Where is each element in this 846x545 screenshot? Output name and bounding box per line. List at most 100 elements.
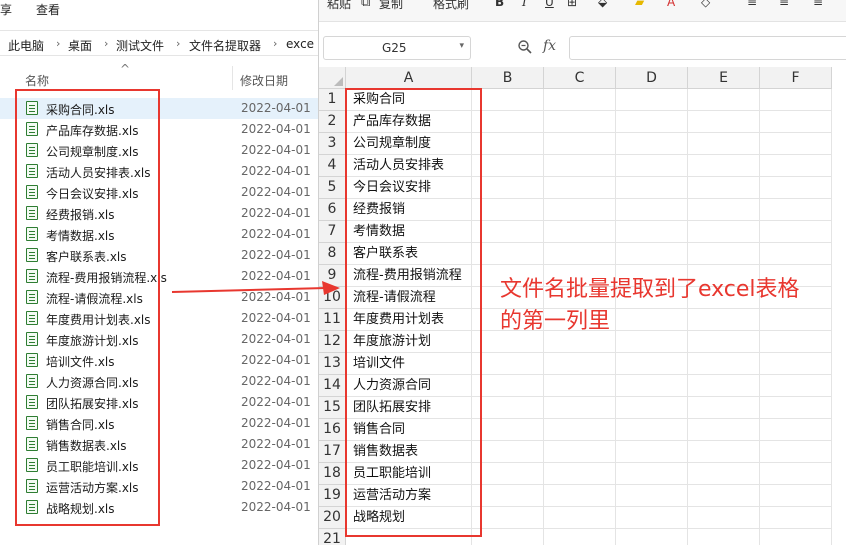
row-header[interactable]: 13 [319, 353, 346, 375]
breadcrumb-desktop[interactable]: 桌面 [68, 37, 92, 54]
chevron-down-icon[interactable]: ▾ [459, 41, 464, 51]
cell-a5[interactable]: 今日会议安排 [346, 177, 472, 199]
cell-b3[interactable] [472, 133, 544, 155]
row-header[interactable]: 17 [319, 441, 346, 463]
cell-a7[interactable]: 考情数据 [346, 221, 472, 243]
file-row[interactable]: 员工职能培训.xls 2022-04-01 [0, 455, 318, 476]
cell-d15[interactable] [616, 397, 688, 419]
cell-a19[interactable]: 运营活动方案 [346, 485, 472, 507]
cell-c14[interactable] [544, 375, 616, 397]
cell-e3[interactable] [688, 133, 760, 155]
cell-d7[interactable] [616, 221, 688, 243]
cell-f8[interactable] [760, 243, 832, 265]
column-header-date[interactable]: 修改日期 [240, 72, 288, 89]
cell-a14[interactable]: 人力资源合同 [346, 375, 472, 397]
cell-d4[interactable] [616, 155, 688, 177]
cell-b17[interactable] [472, 441, 544, 463]
cell-b20[interactable] [472, 507, 544, 529]
row-header[interactable]: 2 [319, 111, 346, 133]
cell-f5[interactable] [760, 177, 832, 199]
file-row[interactable]: 销售合同.xls 2022-04-01 [0, 413, 318, 434]
cell-b21[interactable] [472, 529, 544, 545]
select-all-corner[interactable] [319, 67, 346, 89]
file-row[interactable]: 销售数据表.xls 2022-04-01 [0, 434, 318, 455]
cell-c3[interactable] [544, 133, 616, 155]
cell-a21[interactable] [346, 529, 472, 545]
format-painter-button[interactable]: 格式刷 [433, 0, 469, 12]
cell-c21[interactable] [544, 529, 616, 545]
align-center-icon[interactable]: ≡ [779, 0, 789, 9]
align-left-icon[interactable]: ≡ [747, 0, 757, 9]
cell-c19[interactable] [544, 485, 616, 507]
cell-a13[interactable]: 培训文件 [346, 353, 472, 375]
cell-d5[interactable] [616, 177, 688, 199]
row-header[interactable]: 9 [319, 265, 346, 287]
highlight-icon[interactable]: ▰ [635, 0, 644, 9]
breadcrumb-this-pc[interactable]: 此电脑 [8, 37, 44, 54]
cell-c8[interactable] [544, 243, 616, 265]
file-row[interactable]: 考情数据.xls 2022-04-01 [0, 224, 318, 245]
cell-b16[interactable] [472, 419, 544, 441]
cell-c6[interactable] [544, 199, 616, 221]
cell-c7[interactable] [544, 221, 616, 243]
cell-e19[interactable] [688, 485, 760, 507]
cell-a11[interactable]: 年度费用计划表 [346, 309, 472, 331]
cell-a8[interactable]: 客户联系表 [346, 243, 472, 265]
cell-b2[interactable] [472, 111, 544, 133]
file-row[interactable]: 经费报销.xls 2022-04-01 [0, 203, 318, 224]
row-header[interactable]: 18 [319, 463, 346, 485]
cell-c18[interactable] [544, 463, 616, 485]
cell-b4[interactable] [472, 155, 544, 177]
cell-f18[interactable] [760, 463, 832, 485]
cell-c5[interactable] [544, 177, 616, 199]
cell-a16[interactable]: 销售合同 [346, 419, 472, 441]
cell-a10[interactable]: 流程-请假流程 [346, 287, 472, 309]
cell-a17[interactable]: 销售数据表 [346, 441, 472, 463]
cell-d6[interactable] [616, 199, 688, 221]
breadcrumb-test-files[interactable]: 测试文件 [116, 37, 164, 54]
cell-e7[interactable] [688, 221, 760, 243]
cell-e16[interactable] [688, 419, 760, 441]
cell-c4[interactable] [544, 155, 616, 177]
cell-b13[interactable] [472, 353, 544, 375]
file-row[interactable]: 流程-请假流程.xls 2022-04-01 [0, 287, 318, 308]
cell-a20[interactable]: 战略规划 [346, 507, 472, 529]
cell-e1[interactable] [688, 89, 760, 111]
cell-c16[interactable] [544, 419, 616, 441]
fill-color-icon[interactable]: ⬙ [598, 0, 607, 9]
breadcrumb-filename-extractor[interactable]: 文件名提取器 [189, 37, 261, 54]
borders-icon[interactable]: ⊞ [567, 0, 577, 9]
file-row[interactable]: 人力资源合同.xls 2022-04-01 [0, 371, 318, 392]
cell-e5[interactable] [688, 177, 760, 199]
column-header-d[interactable]: D [616, 67, 688, 89]
cell-b7[interactable] [472, 221, 544, 243]
cell-d17[interactable] [616, 441, 688, 463]
row-header[interactable]: 7 [319, 221, 346, 243]
cell-c17[interactable] [544, 441, 616, 463]
cell-e2[interactable] [688, 111, 760, 133]
row-header[interactable]: 1 [319, 89, 346, 111]
cell-b8[interactable] [472, 243, 544, 265]
cell-d13[interactable] [616, 353, 688, 375]
cell-d19[interactable] [616, 485, 688, 507]
cell-c15[interactable] [544, 397, 616, 419]
cell-d20[interactable] [616, 507, 688, 529]
align-right-icon[interactable]: ≡ [813, 0, 823, 9]
cell-f16[interactable] [760, 419, 832, 441]
row-header[interactable]: 5 [319, 177, 346, 199]
cell-c20[interactable] [544, 507, 616, 529]
breadcrumb-excel[interactable]: exce [286, 37, 314, 51]
file-row[interactable]: 团队拓展安排.xls 2022-04-01 [0, 392, 318, 413]
cell-a15[interactable]: 团队拓展安排 [346, 397, 472, 419]
cell-f14[interactable] [760, 375, 832, 397]
cell-b6[interactable] [472, 199, 544, 221]
column-header-a[interactable]: A [346, 67, 472, 89]
file-row[interactable]: 年度旅游计划.xls 2022-04-01 [0, 329, 318, 350]
row-header[interactable]: 12 [319, 331, 346, 353]
font-color-icon[interactable]: A [667, 0, 675, 9]
cell-b5[interactable] [472, 177, 544, 199]
file-row[interactable]: 战略规划.xls 2022-04-01 [0, 497, 318, 518]
cell-b1[interactable] [472, 89, 544, 111]
copy-button[interactable]: 复制 [379, 0, 403, 12]
cell-a6[interactable]: 经费报销 [346, 199, 472, 221]
